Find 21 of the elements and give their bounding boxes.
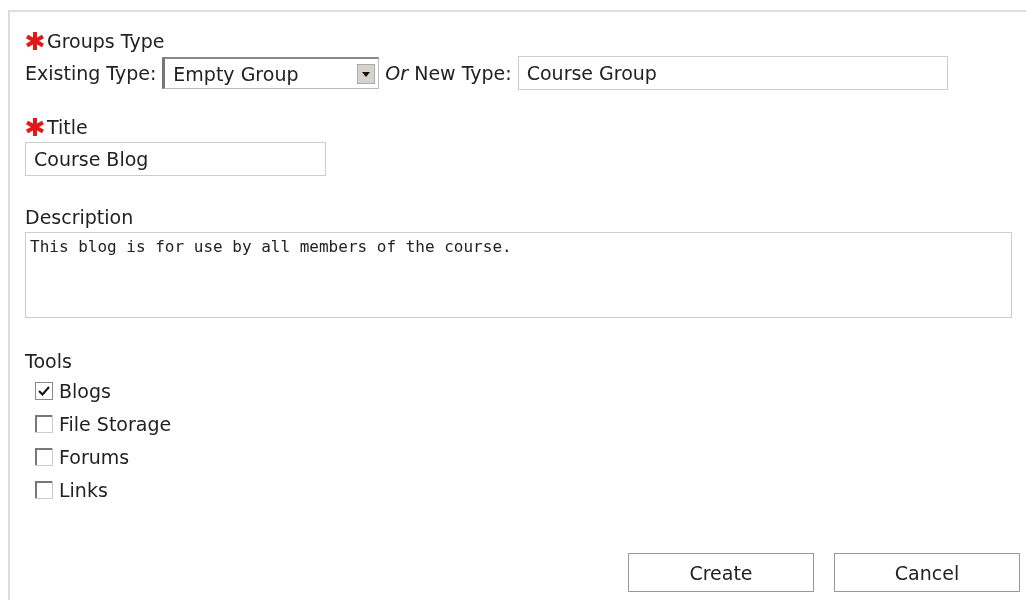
title-field[interactable]: Course Blog bbox=[25, 142, 326, 176]
description-field[interactable]: This blog is for use by all members of the course. bbox=[25, 232, 1012, 318]
checkbox-label: File Storage bbox=[59, 412, 172, 435]
cancel-button[interactable]: Cancel bbox=[834, 553, 1020, 592]
checkbox-label: Forums bbox=[59, 445, 130, 468]
create-button[interactable]: Create bbox=[628, 553, 814, 592]
checkbox-label: Blogs bbox=[59, 379, 111, 402]
field-label: Or New Type: bbox=[385, 62, 512, 84]
field-label: Existing Type: bbox=[25, 62, 157, 84]
checkbox[interactable] bbox=[35, 480, 53, 499]
checkbox[interactable] bbox=[35, 447, 53, 466]
type-dropdown[interactable]: Empty Group bbox=[162, 57, 380, 89]
field-label: Title bbox=[47, 116, 88, 138]
new-type-field[interactable]: Course Group bbox=[517, 56, 948, 90]
checkbox[interactable] bbox=[35, 414, 53, 433]
field-label: Groups Type bbox=[47, 30, 165, 52]
checkbox-label: Links bbox=[59, 478, 108, 501]
checkbox[interactable] bbox=[35, 381, 53, 400]
field-label: Description bbox=[25, 206, 134, 228]
field-label: Tools bbox=[25, 350, 72, 372]
dropdown-arrow-icon bbox=[357, 63, 376, 84]
